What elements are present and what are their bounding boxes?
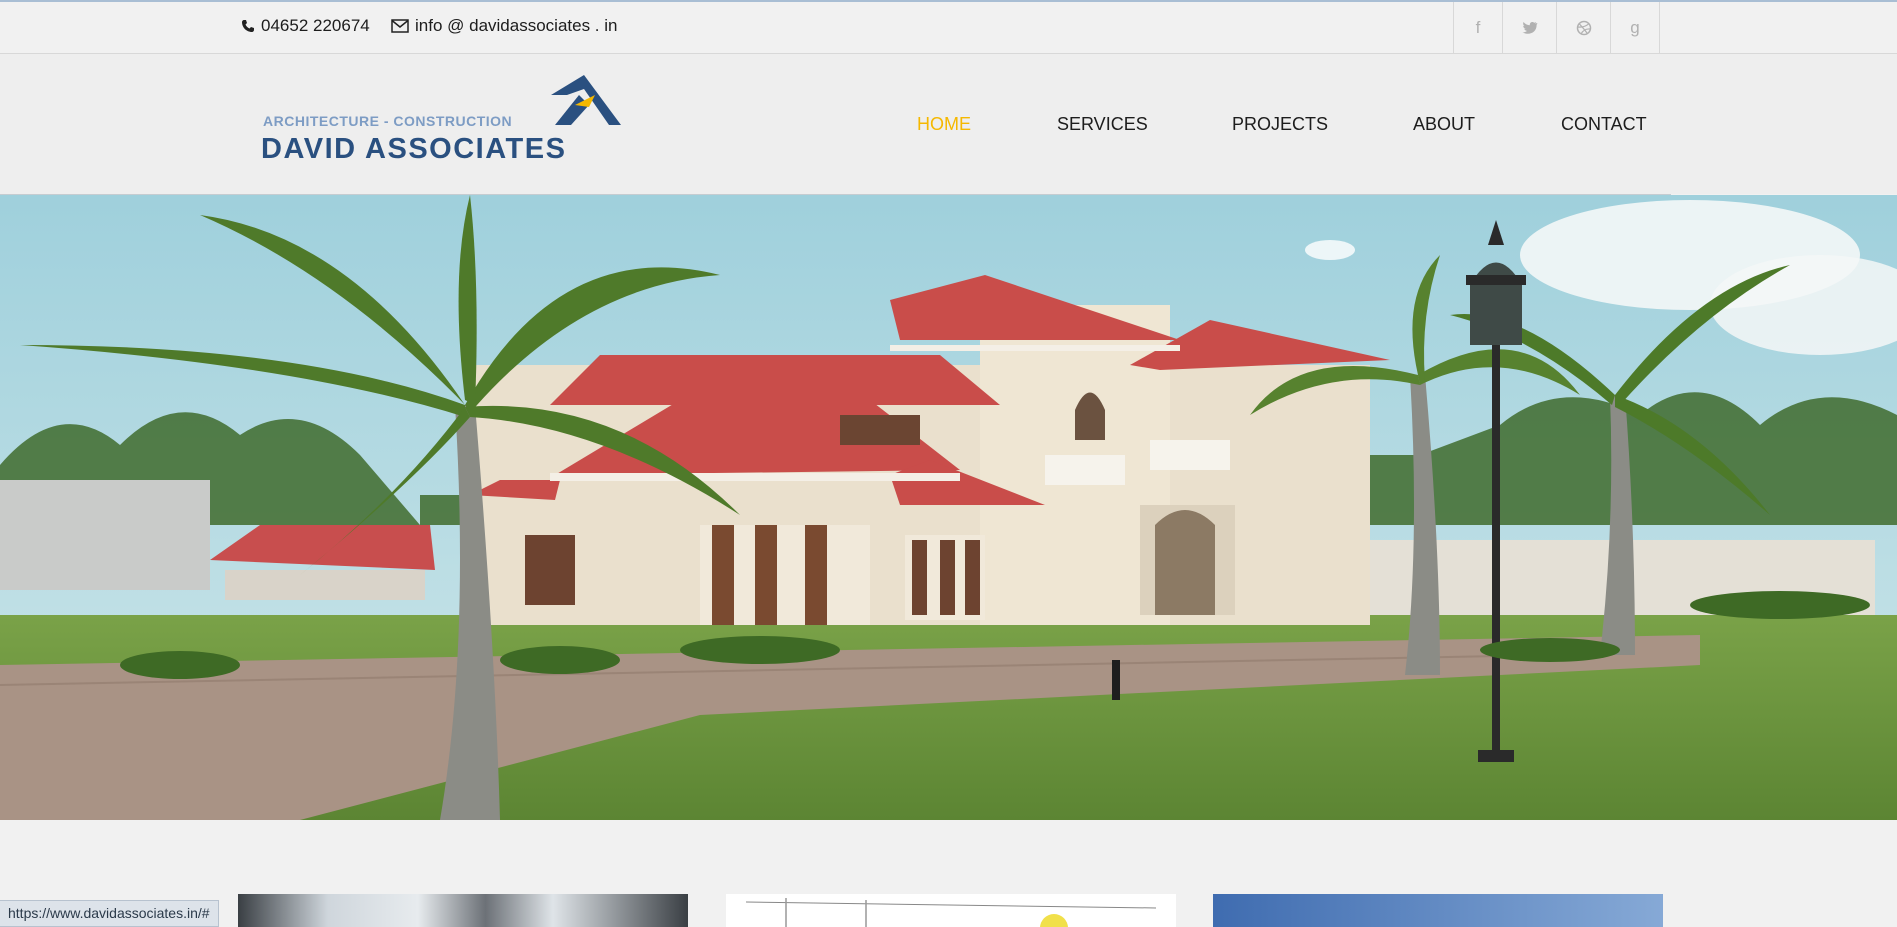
- service-card-1-image[interactable]: [238, 894, 688, 927]
- dribbble-icon[interactable]: [1557, 2, 1611, 53]
- phone-contact[interactable]: 04652 220674: [241, 16, 370, 36]
- email-contact[interactable]: info @ davidassociates . in: [391, 16, 617, 36]
- site-header: ARCHITECTURE - CONSTRUCTION DAVID ASSOCI…: [0, 54, 1897, 194]
- browser-status-url: https://www.davidassociates.in/#: [0, 900, 219, 927]
- envelope-icon: [391, 19, 409, 33]
- facebook-icon[interactable]: f: [1454, 2, 1503, 53]
- nav-projects[interactable]: PROJECTS: [1232, 114, 1328, 135]
- logo-name: DAVID ASSOCIATES: [261, 133, 567, 165]
- logo-tagline: ARCHITECTURE - CONSTRUCTION: [263, 113, 513, 129]
- social-links: f g: [1453, 2, 1660, 53]
- email-address: info @ davidassociates . in: [415, 16, 618, 35]
- nav-services[interactable]: SERVICES: [1057, 114, 1148, 135]
- phone-icon: [242, 20, 254, 32]
- phone-number: 04652 220674: [261, 16, 370, 35]
- nav-about[interactable]: ABOUT: [1413, 114, 1475, 135]
- service-card-3-image[interactable]: [1213, 894, 1663, 927]
- nav-contact[interactable]: CONTACT: [1561, 114, 1647, 135]
- hero-image: [0, 195, 1897, 820]
- logo[interactable]: ARCHITECTURE - CONSTRUCTION DAVID ASSOCI…: [259, 73, 629, 173]
- twitter-icon[interactable]: [1503, 2, 1557, 53]
- service-card-2-image[interactable]: [726, 894, 1176, 927]
- logo-mark-icon: [551, 75, 621, 125]
- google-plus-icon[interactable]: g: [1611, 2, 1660, 53]
- top-bar: 04652 220674 info @ davidassociates . in…: [0, 2, 1897, 54]
- nav-home[interactable]: HOME: [917, 114, 971, 135]
